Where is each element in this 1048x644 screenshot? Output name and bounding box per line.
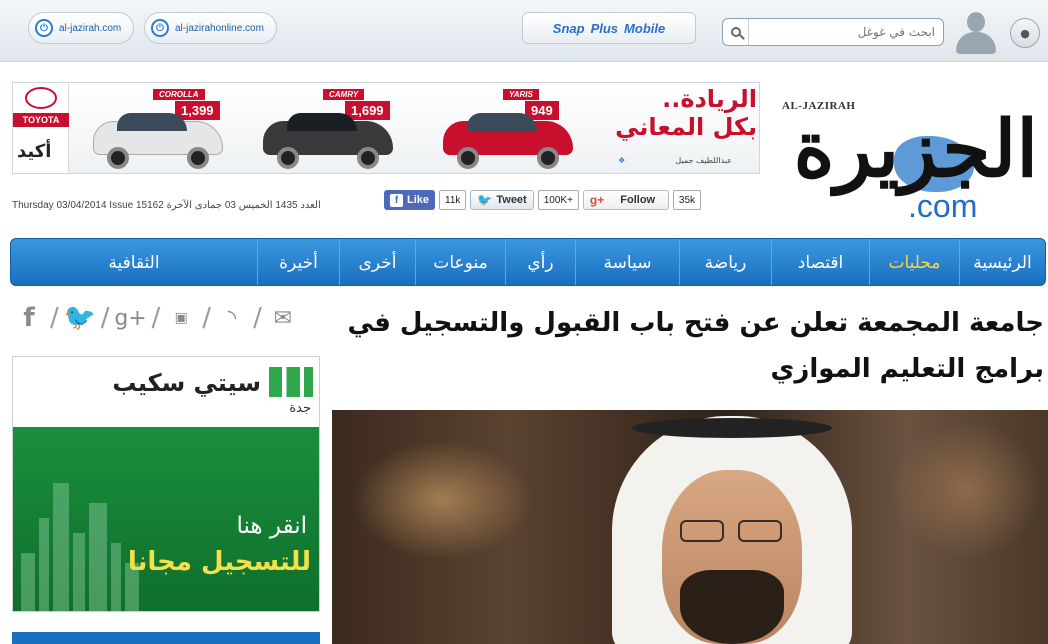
ad-tagline-line2: بكل المعاني bbox=[615, 113, 757, 141]
wheel-icon bbox=[107, 147, 129, 169]
nav-item-politics[interactable]: سياسة bbox=[575, 239, 679, 285]
search-icon bbox=[730, 27, 741, 37]
logo-arabic-text: الجزيرة bbox=[793, 104, 1038, 195]
car-model: YARIS bbox=[503, 89, 539, 100]
article-photo[interactable] bbox=[332, 410, 1048, 644]
rss-icon[interactable]: ◝ bbox=[215, 306, 249, 331]
wheel-icon bbox=[277, 147, 299, 169]
power-icon: ⏻ bbox=[35, 19, 53, 37]
facebook-like-count: 11k bbox=[439, 190, 467, 210]
search-input[interactable] bbox=[749, 25, 943, 39]
domain-tab-aljazirahonline[interactable]: ⏻ al-jazirahonline.com bbox=[144, 12, 277, 44]
car-model: CAMRY bbox=[323, 89, 365, 100]
tweet-label: Tweet bbox=[496, 194, 527, 206]
toyota-brand-block: TOYOTA أكيد bbox=[13, 83, 69, 173]
share-icons-row: f / 🐦 / g+ / ▣ / ◝ / ✉ bbox=[12, 298, 312, 338]
skyline-illustration bbox=[13, 463, 143, 611]
twitter-icon: 🐦 bbox=[477, 193, 493, 207]
brand-tag: أكيد bbox=[17, 141, 52, 162]
glasses bbox=[678, 520, 786, 544]
toyota-wordmark: TOYOTA bbox=[13, 113, 69, 127]
tweet-button[interactable]: 🐦 Tweet bbox=[470, 190, 534, 210]
cityscape-logo-icon bbox=[269, 367, 313, 397]
article-headline[interactable]: جامعة المجمعة تعلن عن فتح باب القبول وال… bbox=[334, 300, 1044, 392]
plus-link[interactable]: Plus bbox=[591, 21, 618, 36]
logo-dotcom-text: .com bbox=[908, 188, 978, 224]
toyota-ad-banner[interactable]: TOYOTA أكيد COROLLA 1,399 CAMRY 1,699 YA… bbox=[12, 82, 760, 174]
nav-item-culture[interactable]: الثقافية bbox=[11, 239, 257, 285]
cityscape-green-panel: انقر هنا للتسجيل مجانا bbox=[13, 427, 319, 611]
nav-item-opinion[interactable]: رأي bbox=[505, 239, 575, 285]
car-offer-corolla: COROLLA 1,399 bbox=[83, 87, 233, 171]
domain-label: al-jazirahonline.com bbox=[175, 22, 264, 34]
ad-tagline-line1: الريادة.. bbox=[662, 85, 757, 113]
twitter-icon[interactable]: 🐦 bbox=[63, 303, 97, 333]
nav-item-economy[interactable]: اقتصاد bbox=[771, 239, 869, 285]
cityscape-cta-click: انقر هنا bbox=[236, 513, 307, 539]
facebook-icon[interactable]: f bbox=[12, 303, 46, 333]
googleplus-count: 35k bbox=[672, 190, 702, 210]
nav-item-last-page[interactable]: أخيرة bbox=[257, 239, 339, 285]
googleplus-icon[interactable]: g+ bbox=[114, 306, 148, 331]
cityscape-name: سيتي سكيب bbox=[112, 369, 261, 397]
toyota-logo-icon bbox=[25, 87, 57, 109]
youtube-icon[interactable]: ▣ bbox=[164, 310, 198, 326]
nav-item-local[interactable]: محليات bbox=[869, 239, 959, 285]
facebook-like-label: Like bbox=[407, 194, 430, 206]
dateline: Thursday 03/04/2014 Issue 15162 العدد 14… bbox=[12, 200, 321, 211]
cityscape-ad[interactable]: سيتي سكيب جدة انقر هنا للتسجيل مجانا bbox=[12, 356, 320, 612]
mobile-link[interactable]: Mobile bbox=[624, 21, 665, 36]
wheel-icon bbox=[537, 147, 559, 169]
car-model: COROLLA bbox=[153, 89, 205, 100]
wheel-icon bbox=[457, 147, 479, 169]
cityscape-city: جدة bbox=[289, 401, 311, 416]
googleplus-follow-label: Follow bbox=[620, 194, 656, 206]
domain-tab-aljazirah[interactable]: ⏻ al-jazirah.com bbox=[28, 12, 135, 44]
google-search-box bbox=[722, 18, 944, 46]
wheel-icon bbox=[187, 147, 209, 169]
car-offer-yaris: YARIS 949 bbox=[433, 87, 583, 171]
sponsor-logo-icon: ❖ bbox=[618, 155, 626, 165]
power-icon: ⏻ bbox=[151, 19, 169, 37]
ad-sponsor-strip: عبداللطيف جميل ❖ bbox=[593, 151, 757, 169]
wheel-icon bbox=[357, 147, 379, 169]
search-button[interactable] bbox=[723, 19, 749, 45]
snap-link[interactable]: Snap bbox=[553, 21, 585, 36]
car-offer-camry: CAMRY 1,699 bbox=[253, 87, 403, 171]
car-price: 1,399 bbox=[175, 101, 220, 120]
cityscape-cta-register: للتسجيل مجانا bbox=[127, 547, 311, 577]
nav-item-sports[interactable]: رياضة bbox=[679, 239, 771, 285]
facebook-icon: f bbox=[390, 193, 403, 207]
snap-plus-mobile-bar: Snap Plus Mobile bbox=[522, 12, 696, 44]
email-icon[interactable]: ✉ bbox=[266, 306, 300, 331]
domain-label: al-jazirah.com bbox=[59, 22, 122, 34]
googleplus-icon: g+ bbox=[589, 193, 605, 207]
facebook-like-button[interactable]: f Like bbox=[384, 190, 436, 210]
user-avatar-icon[interactable] bbox=[952, 10, 998, 56]
nav-item-variety[interactable]: منوعات bbox=[415, 239, 505, 285]
menu-toggle-icon[interactable]: ● bbox=[1010, 18, 1040, 48]
googleplus-follow-button[interactable]: g+ Follow bbox=[582, 190, 669, 210]
car-window bbox=[287, 113, 357, 131]
tweet-count: 100K+ bbox=[537, 190, 579, 210]
top-bar: ⏻ al-jazirah.com ⏻ al-jazirahonline.com … bbox=[0, 0, 1048, 62]
social-buttons: f Like 11k 🐦 Tweet 100K+ g+ Follow 35k bbox=[384, 190, 702, 210]
nav-item-home[interactable]: الرئيسية bbox=[959, 239, 1045, 285]
site-logo[interactable]: AL-JAZIRAH الجزيرة .com bbox=[776, 96, 1038, 236]
left-column-footer-strip bbox=[12, 632, 320, 644]
nav-item-other[interactable]: أخرى bbox=[339, 239, 415, 285]
car-window bbox=[117, 113, 187, 131]
sponsor-name: عبداللطيف جميل bbox=[675, 155, 732, 165]
car-price: 1,699 bbox=[345, 101, 390, 120]
car-window bbox=[467, 113, 537, 131]
main-nav: الرئيسية محليات اقتصاد رياضة سياسة رأي م… bbox=[10, 238, 1046, 286]
ad-tagline: الريادة.. بكل المعاني bbox=[601, 85, 757, 141]
